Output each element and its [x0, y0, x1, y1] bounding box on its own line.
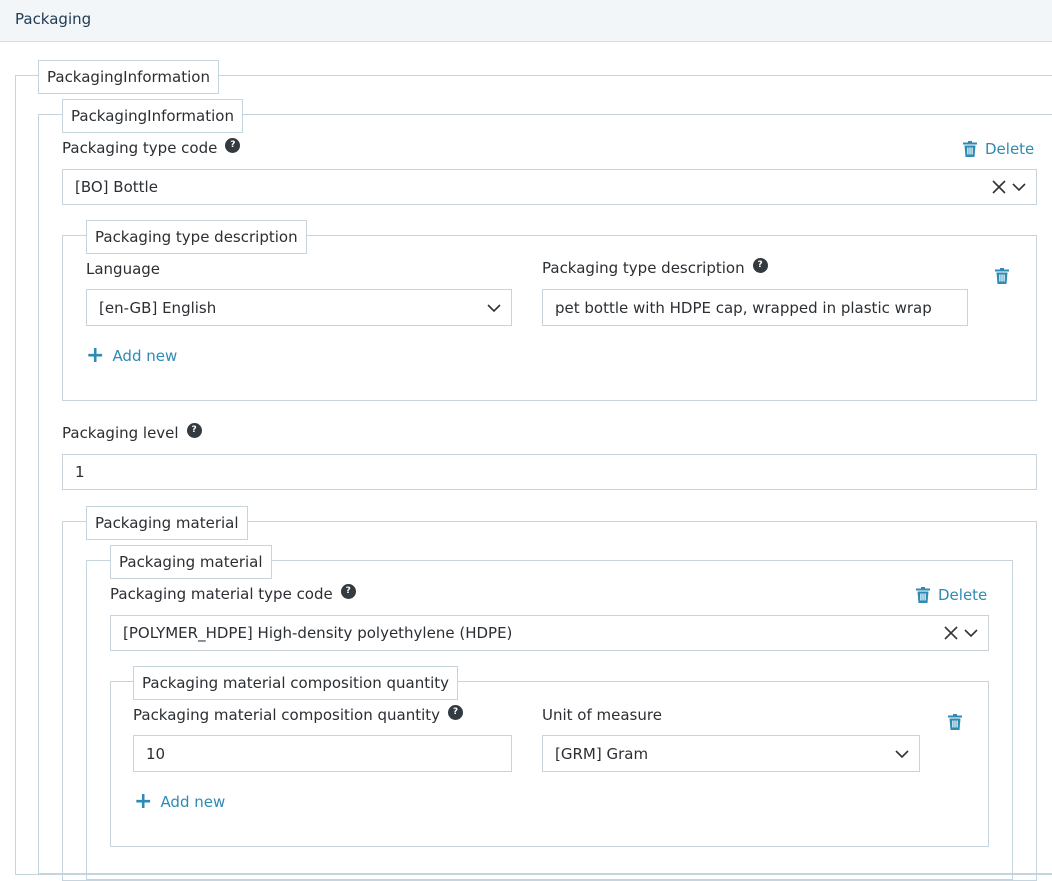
help-icon[interactable]: ? — [225, 137, 241, 153]
packaging-level-label: Packaging level ? — [62, 422, 202, 442]
chevron-down-icon[interactable] — [895, 747, 909, 761]
info-legend: PackagingInformation — [62, 99, 243, 133]
trash-icon[interactable] — [995, 268, 1009, 284]
input-value: 1 — [75, 463, 85, 481]
outer-legend: PackagingInformation — [38, 60, 219, 94]
plus-icon: + — [86, 343, 105, 368]
trash-icon — [963, 141, 977, 157]
delete-material-button[interactable]: Delete — [916, 586, 987, 604]
chevron-down-icon[interactable] — [964, 626, 978, 640]
delete-label: Delete — [938, 586, 988, 604]
add-new-label: Add new — [160, 793, 226, 811]
select-value: [POLYMER_HDPE] High-density polyethylene… — [123, 624, 513, 642]
help-icon[interactable]: ? — [448, 704, 464, 720]
type-description-input[interactable]: pet bottle with HDPE cap, wrapped in pla… — [542, 289, 968, 326]
composition-legend: Packaging material composition quantity — [133, 666, 459, 700]
panel-header: Packaging — [0, 0, 1052, 42]
material-type-code-select[interactable]: [POLYMER_HDPE] High-density polyethylene… — [110, 615, 989, 651]
material-outer-legend: Packaging material — [86, 506, 248, 540]
chevron-down-icon[interactable] — [1012, 180, 1026, 194]
panel-title: Packaging — [15, 10, 92, 28]
unit-of-measure-select[interactable]: [GRM] Gram — [542, 735, 920, 772]
help-icon[interactable]: ? — [186, 422, 202, 438]
trash-icon — [916, 587, 930, 603]
unit-of-measure-label: Unit of measure — [542, 706, 662, 724]
trash-icon[interactable] — [948, 714, 962, 730]
plus-icon: + — [134, 789, 153, 814]
add-new-label: Add new — [112, 347, 178, 365]
input-value: 10 — [146, 744, 166, 763]
clear-icon[interactable] — [944, 626, 958, 640]
delete-label: Delete — [985, 140, 1035, 158]
select-value: [BO] Bottle — [75, 178, 158, 196]
material-legend: Packaging material — [110, 545, 272, 579]
chevron-down-icon[interactable] — [487, 301, 501, 315]
packaging-type-code-label: Packaging type code ? — [62, 137, 241, 157]
select-value: [GRM] Gram — [555, 744, 649, 763]
language-label: Language — [86, 260, 161, 278]
delete-packaging-button[interactable]: Delete — [963, 140, 1034, 158]
select-value: [en-GB] English — [99, 298, 217, 317]
composition-quantity-label: Packaging material composition quantity … — [133, 704, 464, 724]
input-value: pet bottle with HDPE cap, wrapped in pla… — [555, 298, 932, 317]
clear-icon[interactable] — [992, 180, 1006, 194]
composition-quantity-input[interactable]: 10 — [133, 735, 512, 772]
packaging-level-input[interactable]: 1 — [62, 454, 1037, 490]
packaging-type-code-select[interactable]: [BO] Bottle — [62, 169, 1037, 205]
add-new-description-button[interactable]: + Add new — [86, 343, 178, 368]
help-icon[interactable]: ? — [752, 257, 768, 273]
type-description-label: Packaging type description ? — [542, 257, 768, 277]
type-description-legend: Packaging type description — [86, 220, 307, 254]
add-new-composition-button[interactable]: + Add new — [134, 789, 226, 814]
language-select[interactable]: [en-GB] English — [86, 289, 512, 326]
help-icon[interactable]: ? — [340, 583, 356, 599]
material-type-code-label: Packaging material type code ? — [110, 583, 356, 603]
